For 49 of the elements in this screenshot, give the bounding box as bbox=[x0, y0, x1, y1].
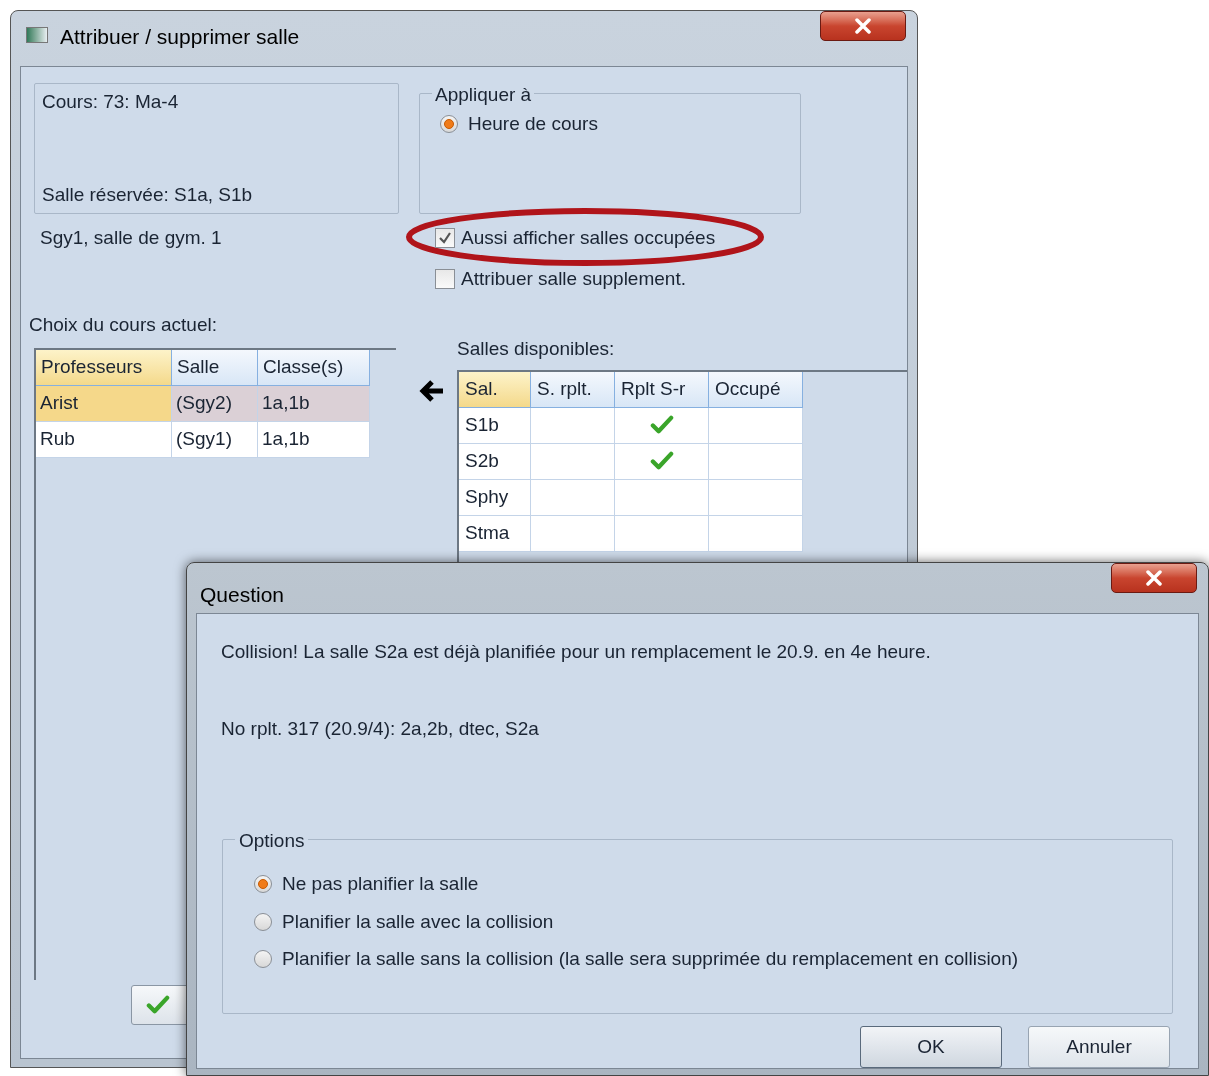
table-cell: Arist bbox=[36, 385, 172, 422]
column-header[interactable]: Professeurs bbox=[36, 349, 172, 386]
window-icon bbox=[26, 27, 48, 43]
close-button[interactable] bbox=[820, 11, 906, 41]
table-cell: Rub bbox=[36, 421, 172, 458]
column-header[interactable]: Occupé bbox=[709, 371, 803, 408]
checkbox[interactable] bbox=[435, 268, 455, 289]
course-label: Cours: 73: Ma-4 bbox=[42, 90, 180, 114]
radio-label: Planifier la salle avec la collision bbox=[282, 909, 554, 934]
radio-label: Planifier la salle sans la collision (la salle sera supprimée du remplacement en collision) bbox=[282, 947, 1019, 971]
radio-label: Ne pas planifier la salle bbox=[282, 872, 479, 896]
column-header[interactable]: Sal. bbox=[459, 371, 531, 408]
radio-button[interactable] bbox=[254, 950, 272, 969]
replacement-detail: No rplt. 317 (20.9/4): 2a,2b, dtec, S2a bbox=[221, 716, 540, 741]
left-arrow-icon[interactable] bbox=[419, 379, 445, 403]
dialog-title: Question bbox=[200, 582, 285, 608]
dialog-button[interactable]: OK bbox=[860, 1026, 1002, 1068]
dialog-button[interactable]: Annuler bbox=[1028, 1026, 1170, 1068]
table-cell: 1a,1b bbox=[258, 421, 370, 458]
check-icon bbox=[146, 995, 170, 1015]
close-icon bbox=[854, 18, 872, 34]
table-cell: Sphy bbox=[459, 479, 531, 516]
table-cell: 1a,1b bbox=[258, 385, 370, 422]
table-cell: S1b bbox=[459, 407, 531, 444]
radio-label: Heure de cours bbox=[468, 112, 598, 136]
check-icon bbox=[649, 415, 674, 435]
table-cell: S2b bbox=[459, 443, 531, 480]
table-cell: (Sgy1) bbox=[172, 421, 258, 458]
window-title: Attribuer / supprimer salle bbox=[60, 24, 300, 50]
checkbox[interactable] bbox=[435, 228, 455, 249]
section-label: Choix du cours actuel: bbox=[29, 313, 218, 337]
column-header[interactable]: S. rplt. bbox=[531, 371, 615, 408]
radio-button[interactable] bbox=[254, 875, 272, 894]
table-cell: Stma bbox=[459, 515, 531, 552]
radio-button[interactable] bbox=[440, 115, 458, 134]
close-icon bbox=[1145, 570, 1163, 586]
collision-message: Collision! La salle S2a est déjà planifiée pour un remplacement le 20.9. en 4e heure. bbox=[221, 640, 932, 664]
section-label: Salles disponibles: bbox=[457, 337, 616, 361]
reserved-room-label: Salle réservée: S1a, S1b bbox=[42, 182, 254, 207]
room-note: Sgy1, salle de gym. 1 bbox=[40, 226, 223, 250]
column-header[interactable]: Salle bbox=[172, 349, 258, 386]
column-header[interactable]: Classe(s) bbox=[258, 349, 370, 386]
radio-button[interactable] bbox=[254, 912, 272, 931]
checkbox-label: Attribuer salle supplement. bbox=[461, 266, 686, 291]
table-cell: (Sgy2) bbox=[172, 385, 258, 422]
close-button[interactable] bbox=[1111, 563, 1197, 593]
column-header[interactable]: Rplt S-r bbox=[615, 371, 709, 408]
checkbox-label: Aussi afficher salles occupées bbox=[461, 226, 716, 250]
check-icon bbox=[649, 451, 674, 471]
